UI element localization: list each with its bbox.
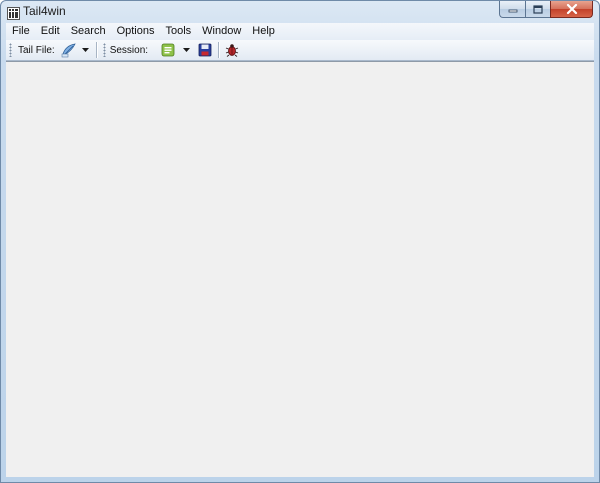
tail-file-dropdown[interactable] [81,42,90,58]
save-session-button[interactable] [197,42,213,58]
menu-file[interactable]: File [6,23,35,40]
open-file-button[interactable] [61,42,77,58]
menu-window[interactable]: Window [196,23,246,40]
app-icon[interactable] [7,5,20,20]
maximize-icon [533,4,543,14]
toolbar-separator [95,42,98,58]
menu-bar: File Edit Search Options Tools Window He… [6,23,594,40]
toolbar-grip-2[interactable] [102,43,106,57]
menu-help[interactable]: Help [246,23,280,40]
caption-buttons [499,1,593,19]
tail-file-label: Tail File: [18,44,55,56]
menu-search[interactable]: Search [65,23,111,40]
toolbar: Tail File: Session: [6,40,594,61]
save-icon [198,43,212,57]
minimize-button[interactable] [499,1,525,18]
close-icon [566,4,577,14]
title-bar[interactable]: Tail4win [1,1,599,23]
session-label: Session: [109,44,149,56]
toolbar-separator-2 [218,42,221,58]
debug-button[interactable] [224,42,240,58]
dropdown-arrow-icon [183,48,191,52]
menu-tools[interactable]: Tools [159,23,196,40]
session-button[interactable] [160,42,176,58]
session-icon [161,43,175,57]
window-title: Tail4win [23,4,66,18]
dropdown-arrow-icon [81,48,89,52]
menu-edit[interactable]: Edit [35,23,65,40]
mdi-client-area[interactable] [6,61,594,477]
minimize-icon [508,9,517,13]
maximize-button[interactable] [525,1,550,18]
toolbar-grip[interactable] [9,43,12,57]
bug-icon [225,44,239,57]
menu-options[interactable]: Options [111,23,160,40]
close-button[interactable] [550,1,593,18]
open-file-icon [61,43,76,58]
session-dropdown[interactable] [182,42,191,58]
app-window: Tail4win File Edit Search Options Tools … [0,0,600,483]
